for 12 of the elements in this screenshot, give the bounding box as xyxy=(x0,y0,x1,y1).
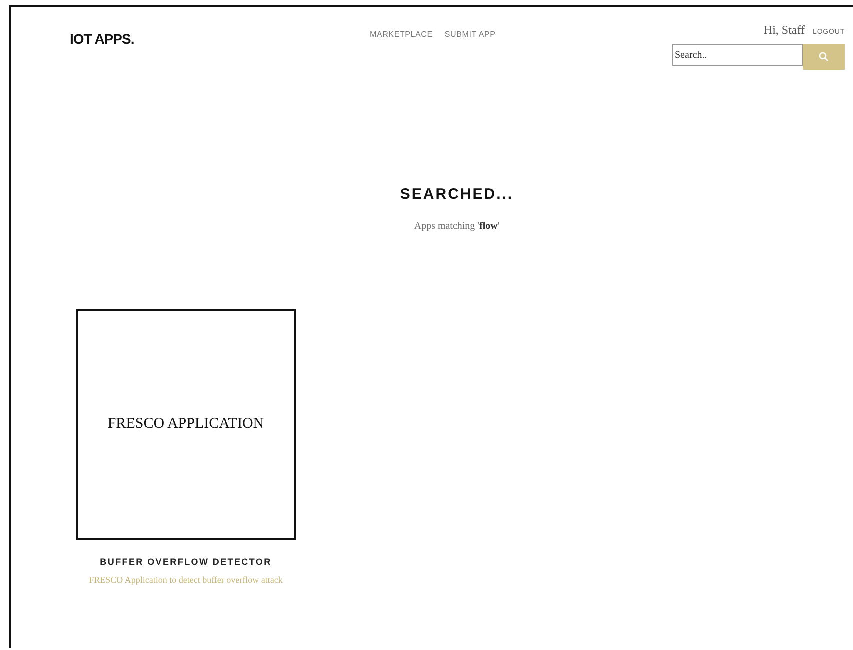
app-thumbnail[interactable]: FRESCO APPLICATION xyxy=(76,309,296,540)
results-heading: SEARCHED... xyxy=(399,186,515,203)
app-name[interactable]: BUFFER OVERFLOW DETECTOR xyxy=(100,557,272,567)
nav-link[interactable]: SUBMIT APP xyxy=(444,30,496,39)
search-icon xyxy=(819,52,829,62)
results-subtitle: Apps matching 'flow' xyxy=(413,221,501,232)
app-description: FRESCO Application to detect buffer overflow attack xyxy=(89,575,283,585)
user-greeting: Hi, Staff xyxy=(764,23,806,38)
site-logo[interactable]: IOT APPS. xyxy=(70,31,370,47)
search-field[interactable]: Search.. xyxy=(672,44,803,66)
search-button[interactable] xyxy=(803,44,845,70)
nav-link[interactable]: MARKETPLACE xyxy=(370,30,433,39)
